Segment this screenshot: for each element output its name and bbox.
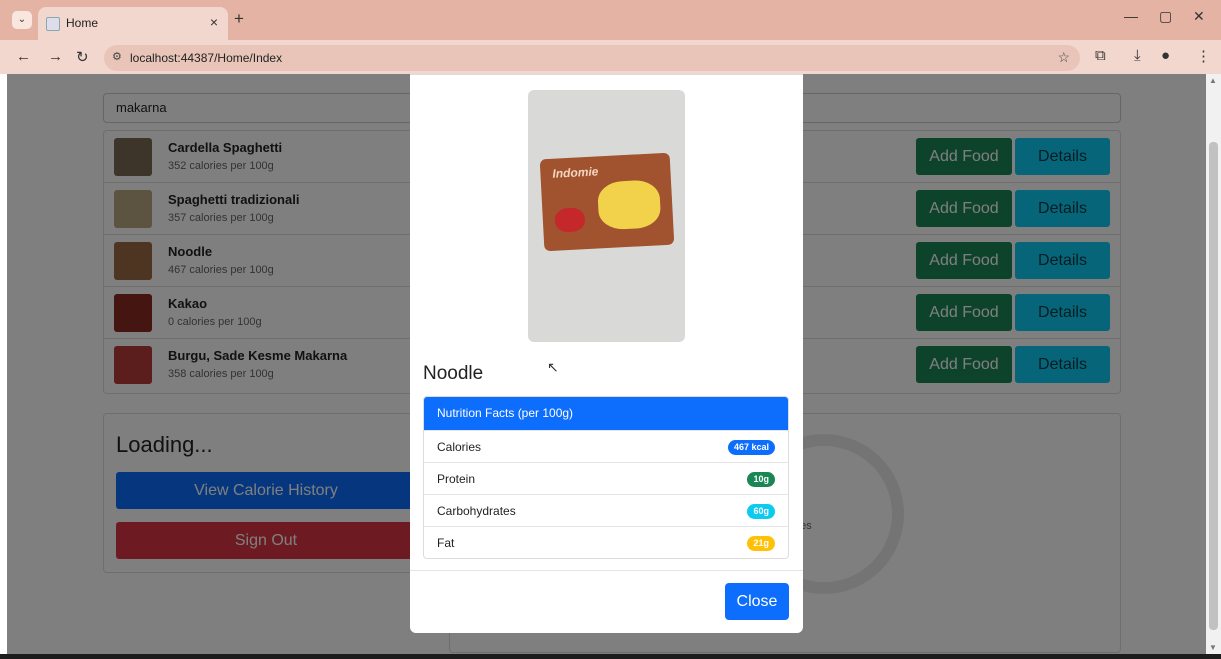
maximize-icon[interactable]: ▢ — [1159, 8, 1172, 25]
nutrition-row-fat: Fat 21g — [424, 526, 788, 558]
nutrition-row-calories: Calories 467 kcal — [424, 430, 788, 462]
modal-footer-divider — [410, 570, 803, 571]
nutrition-label: Carbohydrates — [437, 504, 516, 518]
package-red-graphic — [554, 207, 586, 233]
nutrition-row-protein: Protein 10g — [424, 462, 788, 494]
noodle-package: Indomie — [539, 152, 675, 252]
menu-icon[interactable]: ⋮ — [1196, 47, 1211, 65]
modal-top-border — [410, 74, 803, 75]
page-content: makarna Cardella Spaghetti 352 calories … — [7, 74, 1206, 654]
profile-icon[interactable]: ● — [1161, 47, 1170, 64]
scroll-up-icon[interactable]: ▲ — [1209, 76, 1217, 85]
scroll-thumb[interactable] — [1209, 142, 1218, 630]
omnibox[interactable]: ⚙ localhost:44387/Home/Index ☆ — [104, 45, 1080, 71]
reload-icon[interactable]: ↻ — [76, 48, 89, 66]
bookmark-star-icon[interactable]: ☆ — [1057, 49, 1070, 66]
tab-search-icon[interactable]: ⌄ — [12, 11, 32, 29]
back-icon[interactable]: ← — [16, 48, 31, 65]
browser-tab-bar: ⌄ Home × + — ▢ ✕ — [0, 0, 1221, 40]
nutrition-label: Fat — [437, 536, 455, 550]
nutrition-badge: 10g — [747, 472, 775, 487]
page-scrollbar[interactable]: ▲ ▼ — [1206, 74, 1221, 654]
food-details-modal: Indomie Noodle Nutrition Facts (per 100g… — [410, 74, 803, 633]
nutrition-badge: 21g — [747, 536, 775, 551]
url-text[interactable]: localhost:44387/Home/Index — [130, 51, 282, 65]
favicon-icon — [46, 17, 60, 31]
nutrition-label: Calories — [437, 440, 482, 454]
minimize-icon[interactable]: — — [1124, 8, 1138, 24]
window-close-icon[interactable]: ✕ — [1193, 8, 1205, 25]
nutrition-row-carbohydrates: Carbohydrates 60g — [424, 494, 788, 526]
nutrition-badge: 60g — [747, 504, 775, 519]
close-button[interactable]: Close — [725, 583, 789, 620]
download-icon[interactable]: ⤓ — [1134, 47, 1141, 64]
nutrition-table: Nutrition Facts (per 100g) Calories 467 … — [423, 396, 789, 559]
new-tab-icon[interactable]: + — [234, 9, 244, 29]
scroll-down-icon[interactable]: ▼ — [1209, 643, 1217, 652]
window-bottom-edge — [0, 654, 1221, 659]
mouse-cursor-icon: ↖ — [547, 359, 559, 375]
tab-title: Home — [66, 16, 99, 30]
nutrition-label: Protein — [437, 472, 476, 486]
forward-icon[interactable]: → — [48, 48, 63, 65]
food-image: Indomie — [528, 90, 685, 342]
package-brand: Indomie — [552, 164, 599, 181]
nutrition-badge: 467 kcal — [727, 440, 775, 455]
modal-title: Noodle — [423, 363, 484, 384]
address-bar-row: ← → ↻ ⚙ localhost:44387/Home/Index ☆ ⧉ ⤓… — [0, 40, 1221, 74]
tab-close-icon[interactable]: × — [210, 14, 218, 30]
site-info-icon[interactable]: ⚙ — [112, 50, 122, 63]
browser-tab[interactable]: Home × — [38, 7, 228, 40]
extensions-icon[interactable]: ⧉ — [1095, 47, 1106, 64]
nutrition-header: Nutrition Facts (per 100g) — [424, 397, 788, 430]
package-noodle-graphic — [596, 179, 662, 231]
